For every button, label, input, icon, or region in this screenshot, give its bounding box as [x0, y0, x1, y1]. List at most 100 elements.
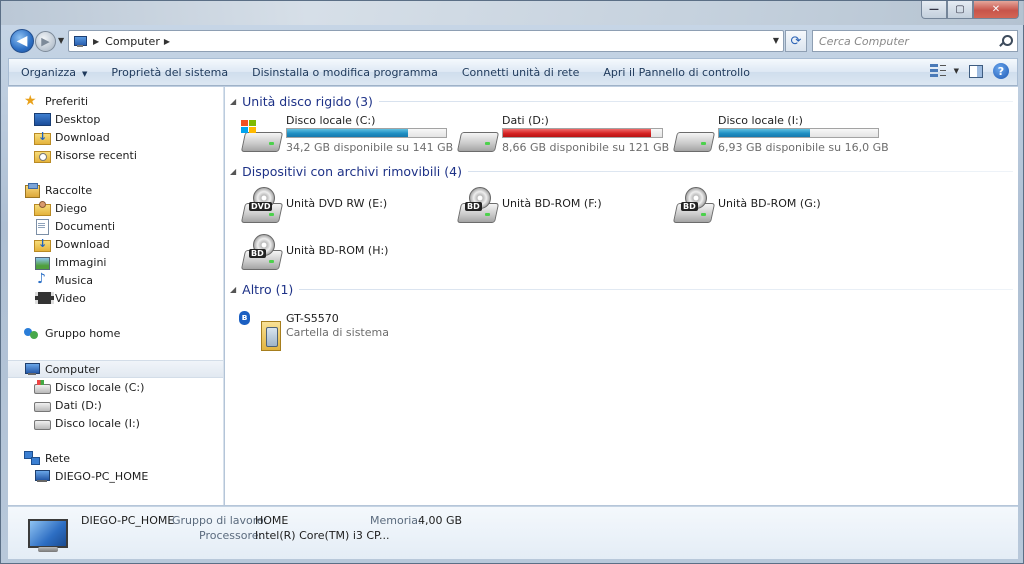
map-network-drive-button[interactable]: Connetti unità di rete — [450, 66, 592, 79]
group-title: Altro (1) — [242, 281, 294, 297]
memory-label: Memoria: — [370, 514, 422, 527]
device-tile-f[interactable]: BD Unità BD-ROM (F:) — [441, 185, 651, 229]
search-icon[interactable] — [998, 34, 1013, 48]
search-input[interactable]: Cerca Computer — [812, 30, 1018, 52]
group-header-other[interactable]: ◢ Altro (1) — [230, 280, 1013, 298]
sidebar-item-library-download[interactable]: Download — [8, 235, 223, 253]
search-placeholder: Cerca Computer — [819, 34, 909, 48]
sidebar-item-recent-places[interactable]: Risorse recenti — [8, 146, 223, 164]
film-strip-icon — [34, 291, 54, 305]
computer-icon — [24, 362, 40, 376]
chevron-right-icon[interactable]: ▶ — [164, 37, 170, 46]
workgroup-value: HOME — [255, 514, 289, 527]
sidebar-item-network-pc[interactable]: DIEGO-PC_HOME — [8, 467, 223, 485]
chevron-down-icon[interactable]: ▼ — [773, 36, 779, 45]
sidebar-item-desktop[interactable]: Desktop — [8, 110, 223, 128]
sidebar-item-network[interactable]: Rete — [8, 449, 223, 467]
close-button[interactable]: ✕ — [973, 1, 1019, 19]
network-icon — [24, 451, 40, 465]
sidebar-item-download[interactable]: Download — [8, 128, 223, 146]
sidebar-item-drive-i[interactable]: Disco locale (I:) — [8, 414, 223, 432]
drive-usage-fill — [719, 129, 810, 137]
minimize-button[interactable]: — — [921, 1, 947, 19]
libraries-icon — [24, 183, 40, 198]
preview-pane-icon[interactable] — [969, 64, 983, 78]
collapse-triangle-icon[interactable]: ◢ — [230, 97, 236, 106]
drive-name: Disco locale (I:) — [718, 114, 803, 127]
sidebar-item-label: Diego — [55, 201, 88, 215]
hard-drive-icon — [671, 116, 713, 156]
star-icon: ★ — [24, 93, 37, 109]
hard-drive-icon — [34, 398, 51, 412]
system-properties-button[interactable]: Proprietà del sistema — [99, 66, 240, 79]
drive-usage-bar — [502, 128, 663, 138]
help-icon[interactable]: ? — [993, 63, 1009, 79]
device-tile-g[interactable]: BD Unità BD-ROM (G:) — [657, 185, 867, 229]
chevron-down-icon: ▼ — [82, 69, 88, 78]
drive-usage-fill — [503, 129, 651, 137]
sidebar-item-pictures[interactable]: Immagini — [8, 253, 223, 271]
device-tile-h[interactable]: BD Unità BD-ROM (H:) — [225, 232, 435, 276]
device-tile-phone[interactable]: ʙ GT-S5570 Cartella di sistema — [225, 309, 435, 353]
bd-drive-icon: BD — [455, 187, 497, 227]
dvd-drive-icon: DVD — [239, 187, 281, 227]
breadcrumb-computer[interactable]: Computer — [105, 35, 160, 48]
change-view-icon[interactable] — [929, 63, 952, 79]
address-bar[interactable]: ▶ Computer ▶ ▼ — [68, 30, 784, 52]
sidebar-item-label: Download — [55, 237, 110, 251]
device-tile-e[interactable]: DVD Unità DVD RW (E:) — [225, 185, 435, 229]
drive-tile-i[interactable]: Disco locale (I:) 6,93 GB disponibile su… — [657, 114, 889, 158]
drive-usage-fill — [287, 129, 408, 137]
refresh-button[interactable]: ⟳ — [785, 30, 807, 52]
group-header-removable[interactable]: ◢ Dispositivi con archivi rimovibili (4) — [230, 162, 1013, 180]
user-folder-icon — [34, 201, 51, 216]
drive-usage-bar — [718, 128, 879, 138]
pictures-icon — [34, 255, 50, 270]
sidebar-item-video[interactable]: Video — [8, 289, 223, 307]
sidebar-item-favorites[interactable]: ★ Preferiti — [8, 92, 223, 110]
bd-drive-icon: BD — [239, 234, 281, 274]
computer-icon — [24, 517, 70, 555]
uninstall-program-button[interactable]: Disinstalla o modifica programma — [240, 66, 450, 79]
sidebar-item-drive-c[interactable]: Disco locale (C:) — [8, 378, 223, 396]
phone-folder-icon: ʙ — [239, 311, 281, 351]
windows-logo-icon — [241, 120, 257, 134]
navigation-bar: ◀ ▶ ▼ ▶ Computer ▶ ▼ ⟳ Cerca Computer — [1, 27, 1024, 55]
sidebar-item-music[interactable]: Musica — [8, 271, 223, 289]
open-control-panel-button[interactable]: Apri il Pannello di controllo — [591, 66, 762, 79]
drive-tile-d[interactable]: Dati (D:) 8,66 GB disponibile su 121 GB — [441, 114, 669, 158]
dvd-badge: DVD — [249, 202, 273, 211]
chevron-right-icon[interactable]: ▶ — [93, 37, 99, 46]
sidebar-item-homegroup[interactable]: Gruppo home — [8, 324, 223, 342]
drive-tile-c[interactable]: Disco locale (C:) 34,2 GB disponibile su… — [225, 114, 453, 158]
collapse-triangle-icon[interactable]: ◢ — [230, 285, 236, 294]
group-header-hard-drives[interactable]: ◢ Unità disco rigido (3) — [230, 92, 1013, 110]
details-pane: DIEGO-PC_HOME Gruppo di lavoro: HOME Mem… — [8, 506, 1018, 559]
sidebar-item-label: Gruppo home — [45, 326, 121, 340]
sidebar-item-label: Video — [55, 291, 86, 305]
organize-menu[interactable]: Organizza ▼ — [9, 66, 99, 79]
sidebar-item-label: Computer — [45, 362, 100, 376]
drive-free-space: 34,2 GB disponibile su 141 GB — [286, 141, 454, 154]
sidebar-item-computer[interactable]: Computer — [8, 360, 223, 378]
sidebar-item-label: Rete — [45, 451, 70, 465]
explorer-window: — ▢ ✕ ◀ ▶ ▼ ▶ Computer ▶ ▼ ⟳ Cerca Compu… — [0, 0, 1024, 564]
command-bar: Organizza ▼ Proprietà del sistema Disinst… — [8, 58, 1018, 86]
sidebar-item-libraries[interactable]: Raccolte — [8, 181, 223, 199]
more-options-icon[interactable]: ▼ — [954, 67, 959, 75]
device-name: Unità DVD RW (E:) — [286, 197, 388, 210]
device-name: GT-S5570 — [286, 312, 339, 325]
sidebar-item-label: Immagini — [55, 255, 107, 269]
sidebar-item-drive-d[interactable]: Dati (D:) — [8, 396, 223, 414]
back-button[interactable]: ◀ — [10, 29, 34, 53]
homegroup-icon — [24, 326, 40, 340]
forward-button[interactable]: ▶ — [35, 31, 56, 52]
download-folder-icon — [34, 237, 51, 252]
collapse-triangle-icon[interactable]: ◢ — [230, 167, 236, 176]
sidebar-item-diego[interactable]: Diego — [8, 199, 223, 217]
bd-badge: BD — [681, 202, 698, 211]
group-title: Dispositivi con archivi rimovibili (4) — [242, 163, 462, 179]
recent-pages-dropdown-icon[interactable]: ▼ — [58, 36, 64, 45]
sidebar-item-documents[interactable]: Documenti — [8, 217, 223, 235]
maximize-button[interactable]: ▢ — [947, 1, 973, 19]
